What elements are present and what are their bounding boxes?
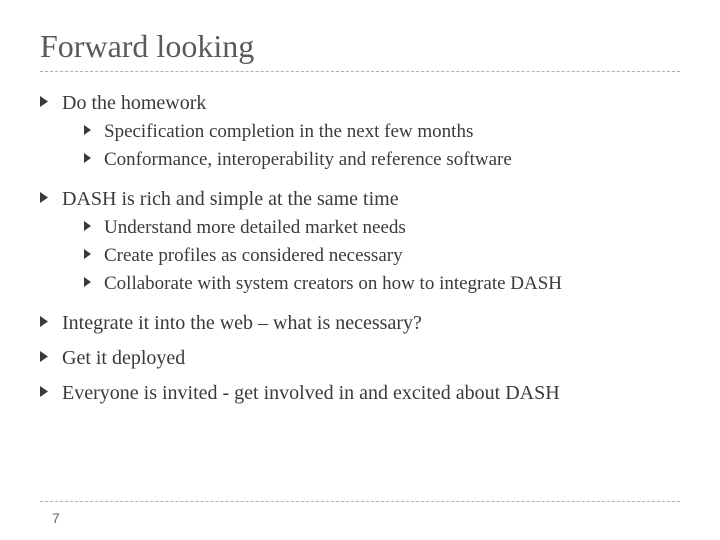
footer-divider (40, 501, 680, 502)
bullet-icon (40, 380, 62, 397)
page-number: 7 (52, 510, 60, 526)
list-item-label: Everyone is invited - get involved in an… (62, 380, 680, 407)
slide-body: Do the homework Specification completion… (40, 90, 680, 407)
list-item-label: Integrate it into the web – what is nece… (62, 310, 680, 337)
list-item-label: DASH is rich and simple at the same time (62, 186, 680, 213)
list-item-label: Collaborate with system creators on how … (104, 271, 680, 297)
list-item: DASH is rich and simple at the same time (40, 186, 680, 213)
list-item-label: Understand more detailed market needs (104, 215, 680, 241)
list-item: Conformance, interoperability and refere… (40, 147, 680, 173)
list-item: Get it deployed (40, 345, 680, 372)
bullet-icon (84, 119, 104, 135)
list-item-label: Get it deployed (62, 345, 680, 372)
list-item-label: Specification completion in the next few… (104, 119, 680, 145)
slide: Forward looking Do the homework Specific… (0, 0, 720, 540)
list-item: Specification completion in the next few… (40, 119, 680, 145)
list-item: Do the homework (40, 90, 680, 117)
bullet-icon (84, 271, 104, 287)
list-item-label: Conformance, interoperability and refere… (104, 147, 680, 173)
bullet-icon (40, 310, 62, 327)
list-item: Understand more detailed market needs (40, 215, 680, 241)
list-item: Collaborate with system creators on how … (40, 271, 680, 297)
list-item: Everyone is invited - get involved in an… (40, 380, 680, 407)
bullet-icon (84, 215, 104, 231)
list-item: Create profiles as considered necessary (40, 243, 680, 269)
bullet-icon (40, 186, 62, 203)
bullet-icon (84, 147, 104, 163)
bullet-icon (40, 345, 62, 362)
bullet-icon (84, 243, 104, 259)
list-item-label: Create profiles as considered necessary (104, 243, 680, 269)
list-item-label: Do the homework (62, 90, 680, 117)
title-divider (40, 71, 680, 72)
bullet-icon (40, 90, 62, 107)
slide-title: Forward looking (40, 28, 680, 65)
list-item: Integrate it into the web – what is nece… (40, 310, 680, 337)
